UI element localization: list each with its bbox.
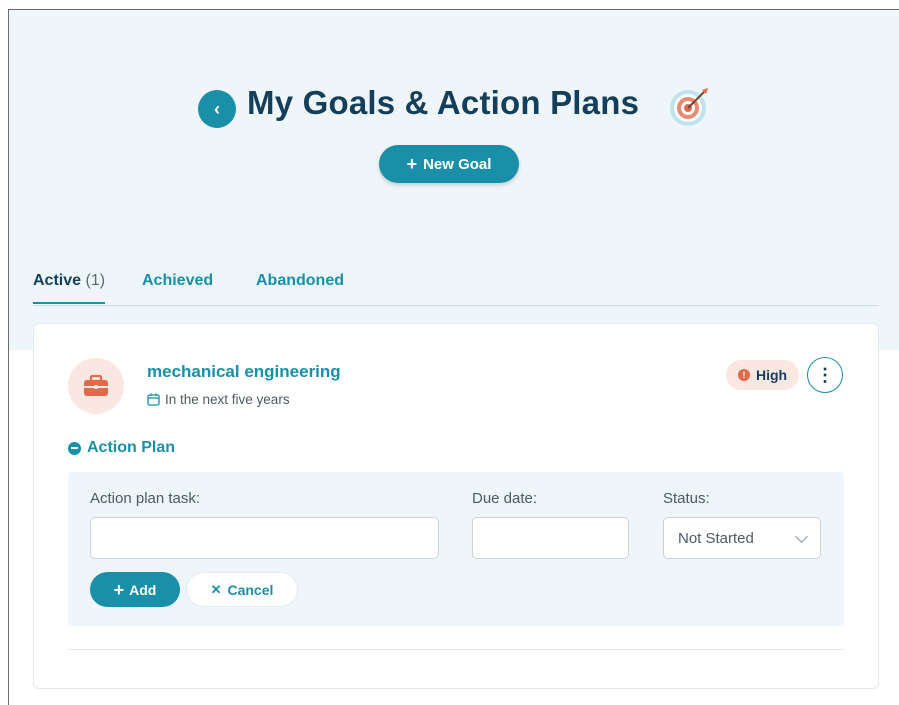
plus-icon: + <box>406 154 418 174</box>
goal-tabs: Active (1) Achieved Abandoned <box>33 268 879 306</box>
tab-achieved[interactable]: Achieved <box>142 272 213 302</box>
tab-label: Abandoned <box>256 272 344 289</box>
goal-card: mechanical engineering In the next five … <box>33 323 879 689</box>
new-goal-label: New Goal <box>423 155 492 173</box>
goal-title[interactable]: mechanical engineering <box>147 362 341 382</box>
close-icon: ✕ <box>210 581 222 597</box>
back-button[interactable]: ‹ <box>198 90 236 128</box>
task-input[interactable] <box>90 517 439 559</box>
action-plan-toggle[interactable]: Action Plan <box>68 439 175 457</box>
chevron-left-icon: ‹ <box>214 98 220 119</box>
new-goal-button[interactable]: + New Goal <box>379 145 519 183</box>
page-title: My Goals & Action Plans <box>247 84 640 121</box>
tab-active[interactable]: Active (1) <box>33 272 106 304</box>
more-options-button[interactable]: ⋮ <box>807 357 843 393</box>
goal-timeframe-text: In the next five years <box>165 392 290 407</box>
add-label: Add <box>129 581 157 598</box>
cancel-button[interactable]: ✕ Cancel <box>186 572 298 607</box>
page-header: ‹ My Goals & Action Plans <box>9 78 899 138</box>
priority-label: High <box>756 367 788 383</box>
status-label: Status: <box>663 490 710 507</box>
goal-timeframe: In the next five years <box>147 392 290 407</box>
cancel-label: Cancel <box>227 581 274 598</box>
app-frame: ‹ My Goals & Action Plans + New Goal Act… <box>8 9 899 705</box>
goal-category-icon <box>68 358 124 414</box>
tab-count: (1) <box>85 272 106 289</box>
status-select[interactable]: Not Started <box>663 517 821 559</box>
kebab-menu-icon: ⋮ <box>816 364 834 385</box>
tab-label: Achieved <box>142 272 214 289</box>
due-date-input[interactable] <box>472 517 629 559</box>
calendar-icon <box>147 393 160 406</box>
task-label: Action plan task: <box>90 490 201 507</box>
plus-icon: + <box>113 579 125 600</box>
minus-circle-icon <box>68 441 81 455</box>
priority-badge: ! High <box>726 360 800 390</box>
action-plan-form: Action plan task: Due date: Status: Not … <box>68 472 844 626</box>
tab-abandoned[interactable]: Abandoned <box>256 272 344 302</box>
status-value: Not Started <box>678 529 754 547</box>
divider <box>68 649 844 650</box>
add-button[interactable]: + Add <box>90 572 180 607</box>
action-plan-label: Action Plan <box>87 439 176 456</box>
tab-label: Active <box>33 272 82 289</box>
chevron-down-icon <box>795 530 808 543</box>
alert-icon: ! <box>738 369 750 381</box>
briefcase-icon <box>84 375 108 396</box>
due-date-label: Due date: <box>472 490 538 507</box>
target-icon <box>670 88 708 126</box>
